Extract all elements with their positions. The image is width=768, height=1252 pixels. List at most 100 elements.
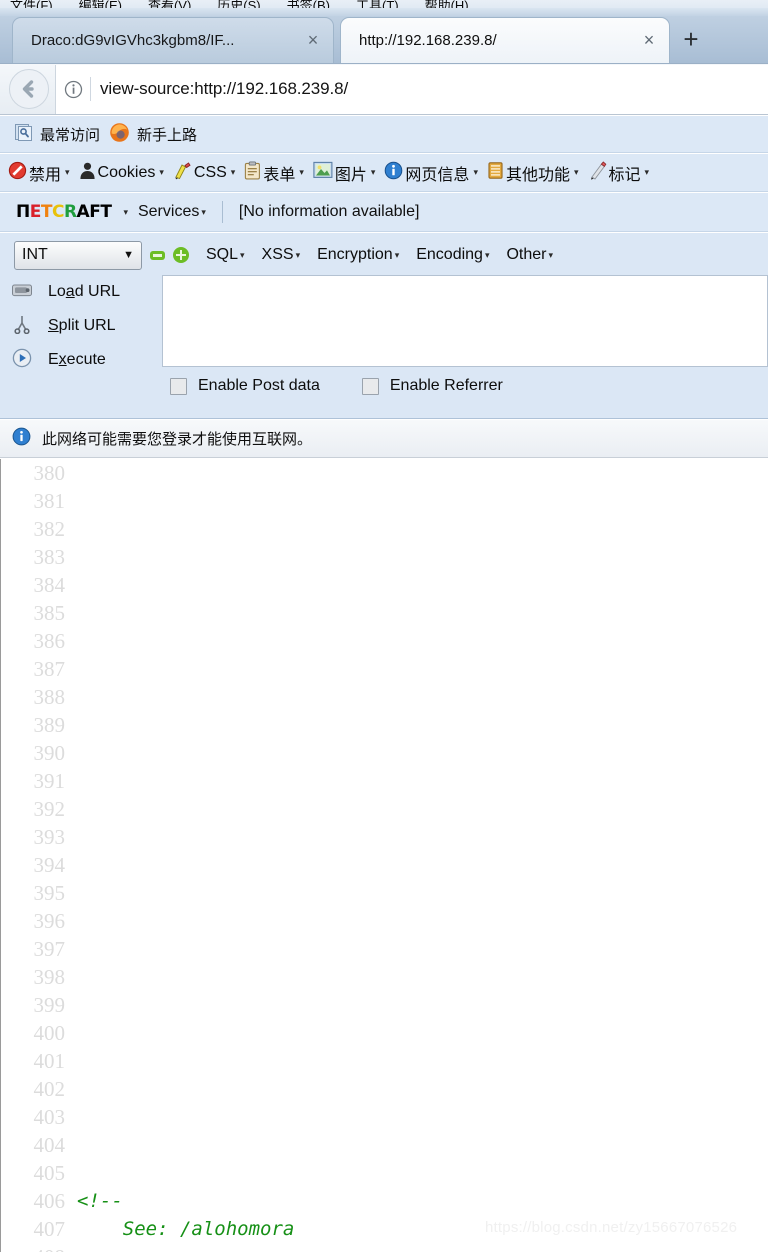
minus-icon[interactable] bbox=[150, 250, 165, 260]
hackbar-menu-encryption[interactable]: Encryption ▾ bbox=[317, 246, 399, 264]
web-developer-toolbar: 禁用 ▾ Cookies ▾ CSS ▾ 表单 ▾ 图片 ▾ 网页信息 ▾ 其他… bbox=[0, 154, 768, 192]
checkbox-box[interactable] bbox=[170, 377, 187, 395]
source-line: 382 bbox=[1, 515, 768, 543]
source-line: 402 bbox=[1, 1075, 768, 1103]
bookmark-most-visited[interactable]: 最常访问 bbox=[14, 123, 100, 146]
source-line: 396 bbox=[1, 907, 768, 935]
chevron-down-icon[interactable]: ▾ bbox=[296, 250, 301, 261]
load-url-label: Load URL bbox=[48, 283, 121, 300]
netcraft-toolbar: ПETCRAFT ▾ Services ▾ [No information av… bbox=[0, 193, 768, 232]
webdev-miscellaneous[interactable]: 其他功能 ▾ bbox=[487, 161, 579, 185]
hackbar-menu-label: SQL bbox=[206, 246, 239, 263]
source-line-number: 386 bbox=[33, 629, 66, 653]
bookmark-getting-started[interactable]: 新手上路 bbox=[109, 122, 197, 147]
source-line: 381 bbox=[1, 487, 768, 515]
source-line: 395 bbox=[1, 879, 768, 907]
netcraft-logo[interactable]: ПETCRAFT bbox=[16, 202, 112, 222]
chevron-down-icon[interactable]: ▾ bbox=[240, 250, 245, 261]
source-line: 384 bbox=[1, 571, 768, 599]
hackbar-menu-other[interactable]: Other ▾ bbox=[506, 246, 553, 264]
hackbar-menu-xss[interactable]: XSS ▾ bbox=[262, 246, 301, 264]
information-icon bbox=[384, 161, 403, 185]
checkbox-label: Enable Referrer bbox=[389, 377, 503, 394]
webdev-css[interactable]: CSS ▾ bbox=[173, 161, 235, 185]
webdev-images[interactable]: 图片 ▾ bbox=[313, 161, 376, 185]
webdev-label: 其他功能 bbox=[505, 166, 570, 184]
info-icon[interactable] bbox=[56, 80, 90, 99]
outline-icon bbox=[588, 160, 607, 185]
load-url-button[interactable]: Load URL bbox=[8, 275, 158, 309]
source-line-number: 403 bbox=[33, 1105, 66, 1129]
source-line-number: 388 bbox=[33, 685, 66, 709]
chevron-down-icon[interactable]: ▾ bbox=[231, 167, 236, 178]
netcraft-logo-letter: R bbox=[63, 202, 77, 222]
hackbar-menu-encoding[interactable]: Encoding ▾ bbox=[416, 246, 489, 264]
source-line: 393 bbox=[1, 823, 768, 851]
webdev-forms[interactable]: 表单 ▾ bbox=[244, 160, 304, 185]
netcraft-chevron-down-icon[interactable]: ▾ bbox=[123, 207, 128, 218]
chevron-down-icon[interactable]: ▾ bbox=[485, 250, 490, 261]
source-line: 397 bbox=[1, 935, 768, 963]
source-line-code: <!-- bbox=[77, 1190, 123, 1212]
tab-close-icon[interactable]: × bbox=[303, 31, 323, 51]
enable-post-data-checkbox[interactable]: Enable Post data bbox=[170, 377, 320, 395]
source-line-number: 382 bbox=[33, 517, 66, 541]
webdev-label: 标记 bbox=[608, 166, 641, 184]
webdev-outline[interactable]: 标记 ▾ bbox=[588, 160, 650, 185]
netcraft-logo-letter: F bbox=[89, 202, 101, 222]
webdev-information[interactable]: 网页信息 ▾ bbox=[384, 161, 478, 185]
hackbar-type-value: INT bbox=[22, 246, 48, 263]
chevron-down-icon[interactable]: ▾ bbox=[159, 167, 164, 178]
hackbar-type-select[interactable]: INT ▼ bbox=[14, 240, 142, 270]
source-line-number: 383 bbox=[33, 545, 66, 569]
plus-icon[interactable] bbox=[173, 247, 189, 263]
hackbar-panel: INT ▼ SQL ▾ XSS ▾ Encryption ▾ Encoding … bbox=[0, 233, 768, 419]
chevron-down-icon[interactable]: ▾ bbox=[548, 250, 553, 261]
checkbox-box[interactable] bbox=[361, 377, 379, 395]
source-line: 386 bbox=[1, 627, 768, 655]
hackbar-menu-label: Other bbox=[506, 246, 547, 263]
checkbox-label: Enable Post data bbox=[198, 377, 320, 394]
enable-referrer-checkbox[interactable]: Enable Referrer bbox=[361, 377, 503, 395]
chevron-down-icon[interactable]: ▾ bbox=[473, 167, 478, 178]
bookmark-label: 新手上路 bbox=[137, 126, 198, 144]
chevron-down-icon[interactable]: ▾ bbox=[299, 167, 304, 178]
new-tab-button[interactable]: + bbox=[676, 25, 706, 55]
webdev-disable[interactable]: 禁用 ▾ bbox=[8, 161, 70, 185]
netcraft-services[interactable]: Services ▾ bbox=[138, 203, 206, 221]
tab-close-icon[interactable]: × bbox=[639, 31, 659, 51]
notification-text: 此网络可能需要您登录才能使用互联网。 bbox=[42, 431, 313, 448]
source-line: 380 bbox=[1, 459, 768, 487]
disable-icon bbox=[8, 161, 27, 185]
hackbar-url-textarea[interactable] bbox=[162, 275, 768, 367]
chevron-down-icon[interactable]: ▾ bbox=[645, 167, 650, 178]
netcraft-logo-letter: E bbox=[29, 202, 42, 222]
execute-button[interactable]: Execute bbox=[8, 343, 158, 377]
chevron-down-icon[interactable]: ▾ bbox=[395, 250, 400, 261]
hackbar-menu-sql[interactable]: SQL ▾ bbox=[206, 246, 245, 264]
source-line-number: 391 bbox=[33, 769, 66, 793]
webdev-label: 图片 bbox=[334, 166, 367, 184]
source-line: 408 --> bbox=[1, 1243, 768, 1252]
tab-draco[interactable]: Draco:dG9vIGVhc3kgbm8/IF... × bbox=[12, 17, 334, 63]
chevron-down-icon[interactable]: ▾ bbox=[574, 167, 579, 178]
url-bar[interactable]: view-source:http://192.168.239.8/ bbox=[55, 64, 768, 114]
view-source-content[interactable]: 380 381 382 383 384 385 386 387 388 389 390 391 392 3… bbox=[0, 459, 768, 1252]
back-arrow-icon[interactable] bbox=[9, 69, 49, 109]
source-line: 405 bbox=[1, 1159, 768, 1187]
hackbar-menu-label: Encryption bbox=[317, 246, 393, 263]
chevron-down-icon[interactable]: ▾ bbox=[65, 167, 70, 178]
source-line: 398 bbox=[1, 963, 768, 991]
url-text: view-source:http://192.168.239.8/ bbox=[100, 79, 349, 98]
tab-title: http://192.168.239.8/ bbox=[359, 32, 497, 49]
source-line: 399 bbox=[1, 991, 768, 1019]
execute-icon bbox=[8, 348, 36, 372]
split-url-button[interactable]: Split URL bbox=[8, 309, 158, 343]
tab-viewsource[interactable]: http://192.168.239.8/ × bbox=[340, 17, 670, 63]
source-line: 387 bbox=[1, 655, 768, 683]
source-line: 404 bbox=[1, 1131, 768, 1159]
chevron-down-icon[interactable]: ▾ bbox=[371, 167, 376, 178]
chevron-down-icon[interactable]: ▾ bbox=[201, 207, 206, 218]
webdev-cookies[interactable]: Cookies ▾ bbox=[79, 161, 164, 185]
watermark-text: https://blog.csdn.net/zy15667076526 bbox=[485, 1219, 738, 1236]
